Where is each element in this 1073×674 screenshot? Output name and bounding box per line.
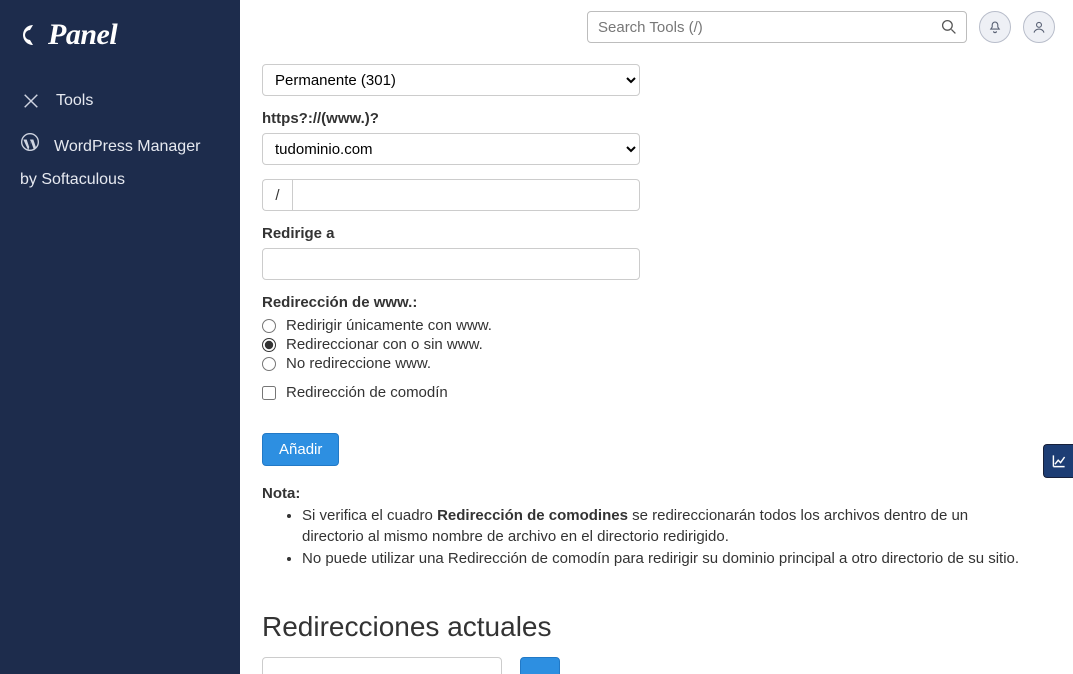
radio-label: Redirigir únicamente con www. xyxy=(286,317,492,334)
redirect-type-select[interactable]: Permanente (301) xyxy=(262,64,640,96)
topbar xyxy=(240,0,1073,54)
note-item: Si verifica el cuadro Redirección de com… xyxy=(302,506,1023,547)
search-wrap xyxy=(587,11,967,43)
www-radio-only-www[interactable]: Redirigir únicamente con www. xyxy=(262,317,1023,334)
radio-input[interactable] xyxy=(262,338,276,352)
search-icon xyxy=(941,19,957,35)
domain-select[interactable]: tudominio.com xyxy=(262,133,640,165)
radio-label: No redireccione www. xyxy=(286,355,431,372)
radio-label: Redireccionar con o sin www. xyxy=(286,336,483,353)
search-button[interactable] xyxy=(937,15,961,39)
www-radio-none[interactable]: No redireccione www. xyxy=(262,355,1023,372)
user-icon xyxy=(1032,20,1046,34)
search-input[interactable] xyxy=(587,11,967,43)
main-content: Permanente (301) https?://(www.)? tudomi… xyxy=(240,54,1073,674)
wildcard-checkbox-row[interactable]: Redirección de comodín xyxy=(262,384,1023,401)
current-redirects-title: Redirecciones actuales xyxy=(262,611,1023,643)
notifications-button[interactable] xyxy=(979,11,1011,43)
path-input[interactable] xyxy=(292,179,640,211)
sidebar-item-tools[interactable]: Tools xyxy=(0,80,240,122)
cpanel-mark-icon xyxy=(18,21,48,49)
stats-tab-button[interactable] xyxy=(1043,444,1073,478)
sidebar: Panel Tools WordPress Manager by Softacu… xyxy=(0,0,240,674)
account-button[interactable] xyxy=(1023,11,1055,43)
wildcard-checkbox[interactable] xyxy=(262,386,276,400)
sidebar-item-wordpress-manager[interactable]: WordPress Manager by Softaculous xyxy=(0,122,240,202)
sidebar-item-sublabel: by Softaculous xyxy=(20,167,220,193)
domain-label: https?://(www.)? xyxy=(262,110,1023,127)
note-item: No puede utilizar una Redirección de com… xyxy=(302,549,1023,569)
path-prefix: / xyxy=(262,179,292,211)
tools-icon xyxy=(20,90,42,112)
add-button[interactable]: Añadir xyxy=(262,433,339,466)
filter-button[interactable] xyxy=(520,657,560,674)
sidebar-item-label: Tools xyxy=(56,92,93,110)
filter-row xyxy=(262,657,1023,674)
note-block: Nota: Si verifica el cuadro Redirección … xyxy=(262,484,1023,569)
chart-icon xyxy=(1051,453,1067,469)
logo-text: Panel xyxy=(48,18,117,52)
filter-input[interactable] xyxy=(262,657,502,674)
redirect-to-label: Redirige a xyxy=(262,225,1023,242)
redirect-to-input[interactable] xyxy=(262,248,640,280)
note-heading: Nota: xyxy=(262,485,300,502)
www-radio-with-or-without[interactable]: Redireccionar con o sin www. xyxy=(262,336,1023,353)
bell-icon xyxy=(988,20,1002,34)
wildcard-label: Redirección de comodín xyxy=(286,384,448,401)
sidebar-item-label: WordPress Manager xyxy=(54,134,200,160)
wordpress-icon xyxy=(20,132,40,161)
www-heading: Redirección de www.: xyxy=(262,294,1023,311)
radio-input[interactable] xyxy=(262,319,276,333)
radio-input[interactable] xyxy=(262,357,276,371)
logo[interactable]: Panel xyxy=(0,18,240,80)
